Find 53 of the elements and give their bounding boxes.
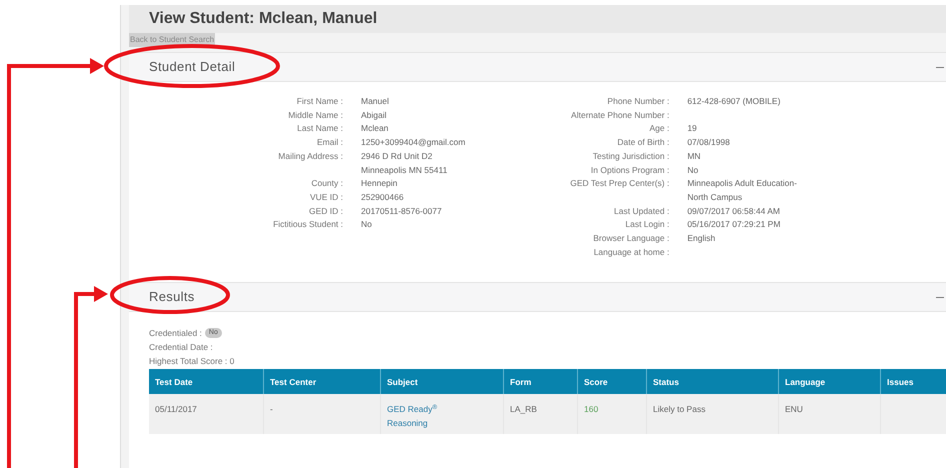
field-label: First Name :: [296, 95, 343, 108]
field-label: Middle Name :: [287, 108, 343, 122]
field-value: 07/08/1998: [687, 136, 730, 150]
field-label: Mailing Address :: [277, 150, 343, 163]
field-label: Browser Language :: [592, 232, 670, 246]
field-label: Age :: [648, 122, 670, 136]
field-label: GED ID :: [308, 204, 343, 218]
field-label: Last Updated :: [613, 204, 670, 218]
field-value: MN: [687, 150, 701, 163]
field-label: Email :: [316, 136, 343, 150]
field-label: In Options Program :: [590, 164, 670, 177]
field-value: Abigail: [361, 108, 387, 122]
field-value: Minneapolis Adult Education-: [687, 177, 797, 190]
field-value: 09/07/2017 06:58:44 AM: [687, 204, 780, 218]
field-value: No: [687, 164, 698, 177]
field-value: North Campus: [687, 190, 744, 204]
table-cell-text: Likely to Pass: [653, 403, 706, 416]
table-cell-text: ENU: [785, 403, 803, 416]
field-value: 20170511-8576-0077: [361, 204, 442, 218]
field-label: GED Test Prep Center(s) :: [569, 177, 670, 190]
field-value: Mclean: [361, 122, 388, 136]
field-label: Date of Birth :: [616, 136, 670, 150]
field-label: Last Login :: [624, 218, 670, 232]
field-label: Testing Jurisdiction :: [592, 150, 670, 163]
section-title: Results: [149, 288, 195, 306]
field-value: 252900466: [361, 190, 404, 204]
section-title: Student Detail: [149, 58, 236, 76]
table-cell-text: 05/11/2017: [155, 403, 197, 416]
field-value: Minneapolis MN 55411: [361, 164, 448, 177]
field-value: 2946 D Rd Unit D2: [361, 150, 434, 163]
field-value: Hennepin: [361, 177, 398, 190]
field-value: English: [687, 232, 716, 246]
field-label: Language at home :: [592, 246, 670, 259]
page-title: View Student: Mclean, Manuel: [149, 9, 378, 29]
credentialed-label: Credentialed :: [149, 327, 202, 340]
field-label: Alternate Phone Number :: [570, 108, 670, 122]
field-label: Phone Number :: [606, 95, 670, 108]
field-label: VUE ID :: [308, 190, 343, 204]
field-value: No: [361, 218, 372, 232]
field-value: 612-428-6907 (MOBILE): [687, 95, 780, 108]
field-label: Last Name :: [296, 122, 343, 136]
table-cell-text: -: [270, 403, 273, 416]
field-value: 1250+3099404@gmail.com: [361, 136, 466, 150]
field-value: 05/16/2017 07:29:21 PM: [687, 218, 780, 232]
field-value: Manuel: [361, 95, 389, 108]
field-value: 19: [687, 122, 697, 136]
table-cell[interactable]: GED Ready$^{®}$ Reasoning: [387, 402, 467, 430]
highest-score-text: Highest Total Score : 0: [149, 355, 236, 368]
field-label: Fictitious Student :: [272, 218, 343, 232]
credential-date-label: Credential Date :: [149, 341, 214, 354]
table-cell-text: 160: [584, 403, 598, 416]
table-cell-text: LA_RB: [510, 403, 537, 416]
field-label: County :: [310, 177, 343, 190]
